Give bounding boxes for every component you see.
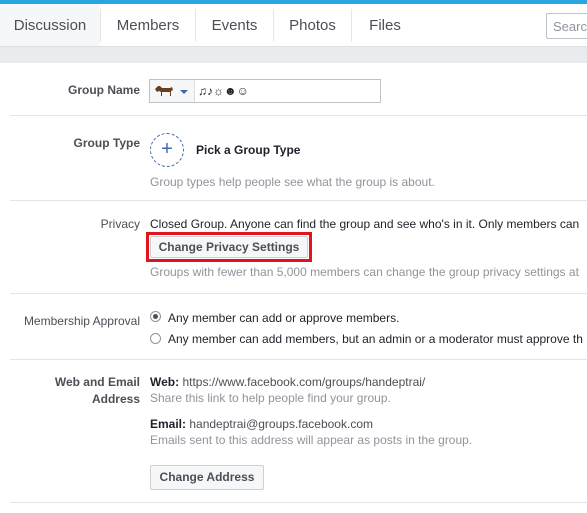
web-email-label-line1: Web and Email: [54, 375, 140, 389]
tab-events[interactable]: Events: [196, 4, 273, 46]
divider: [10, 200, 587, 201]
group-name-value: ♫♪☼☻☺: [198, 84, 249, 98]
web-email-label: Web and Email Address: [10, 375, 140, 406]
membership-approval-label: Membership Approval: [23, 314, 140, 328]
tab-discussion[interactable]: Discussion: [0, 4, 100, 46]
email-row: Email: handeptrai@groups.facebook.com: [150, 417, 373, 431]
privacy-description: Closed Group. Anyone can find the group …: [150, 217, 580, 231]
chevron-down-icon: [180, 90, 188, 94]
group-email-value: handeptrai@groups.facebook.com: [189, 417, 373, 431]
membership-radio-any-member[interactable]: [150, 311, 161, 322]
group-type-label: Group Type: [73, 136, 140, 150]
tab-files[interactable]: Files: [352, 4, 418, 46]
web-label: Web:: [150, 375, 180, 389]
web-email-label-line2: Address: [91, 392, 140, 406]
red-highlight-box: [146, 232, 312, 262]
emoji-selector[interactable]: [150, 80, 195, 102]
email-label: Email:: [150, 417, 187, 431]
divider: [10, 502, 587, 503]
web-row: Web: https://www.facebook.com/groups/han…: [150, 375, 425, 389]
group-tab-bar: Discussion Members Events Photos Files S…: [0, 4, 587, 47]
divider: [10, 115, 587, 116]
pick-group-type-link[interactable]: Pick a Group Type: [196, 143, 300, 157]
group-url-link[interactable]: https://www.facebook.com/groups/handeptr…: [182, 375, 425, 389]
search-input[interactable]: Search: [546, 13, 587, 39]
group-name-field[interactable]: ♫♪☼☻☺: [149, 79, 381, 103]
membership-radio-admin-approve[interactable]: [150, 333, 161, 344]
privacy-note: Groups with fewer than 5,000 members can…: [150, 265, 579, 279]
privacy-label: Privacy: [100, 217, 140, 231]
group-name-label: Group Name: [67, 83, 140, 97]
change-address-button[interactable]: Change Address: [150, 465, 264, 490]
group-type-help: Group types help people see what the gro…: [150, 175, 435, 189]
membership-option-label: Any member can add or approve members.: [168, 311, 400, 325]
web-help: Share this link to help people find your…: [150, 391, 391, 405]
tab-members[interactable]: Members: [101, 4, 195, 46]
email-help: Emails sent to this address will appear …: [150, 433, 473, 447]
tab-photos[interactable]: Photos: [274, 4, 351, 46]
membership-option-label: Any member can add members, but an admin…: [168, 332, 583, 346]
horse-icon: [155, 86, 188, 96]
plus-icon: +: [161, 138, 173, 160]
divider: [10, 293, 587, 294]
add-group-type-button[interactable]: +: [150, 133, 184, 167]
divider: [10, 359, 587, 360]
